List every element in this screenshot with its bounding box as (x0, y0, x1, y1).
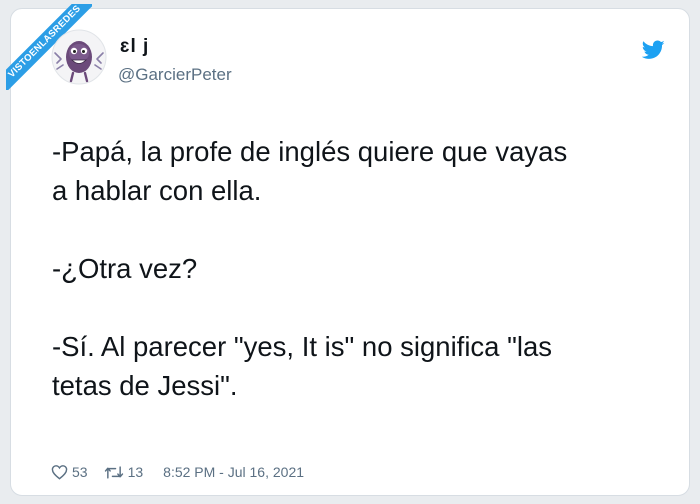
like-button[interactable]: 53 (51, 464, 88, 480)
retweet-icon (104, 465, 123, 479)
tweet-line: -Sí. Al parecer "yes, It is" no signific… (52, 331, 553, 362)
retweet-count: 13 (127, 464, 144, 480)
author-name[interactable]: ɛl j (120, 36, 149, 58)
tweet-text: -Papá, la profe de inglés quiere que vay… (52, 132, 682, 405)
tweet-card: VISTOENLASREDES ɛl j @GarcierPeter -Papá… (6, 4, 690, 496)
tweet-line: -¿Otra vez? (52, 253, 198, 284)
retweet-button[interactable]: 13 (104, 464, 144, 480)
tweet-line: -Papá, la profe de inglés quiere que vay… (52, 136, 568, 167)
tweet-line: tetas de Jessi". (52, 370, 238, 401)
twitter-bird-icon[interactable] (642, 40, 665, 60)
author-handle[interactable]: @GarcierPeter (118, 65, 232, 85)
heart-icon (51, 465, 68, 480)
tweet-line: a hablar con ella. (52, 175, 262, 206)
tweet-footer: 53 13 8:52 PM - Jul 16, 2021 (51, 464, 304, 480)
avatar[interactable] (51, 29, 107, 85)
timestamp[interactable]: 8:52 PM - Jul 16, 2021 (163, 464, 304, 480)
like-count: 53 (72, 464, 88, 480)
